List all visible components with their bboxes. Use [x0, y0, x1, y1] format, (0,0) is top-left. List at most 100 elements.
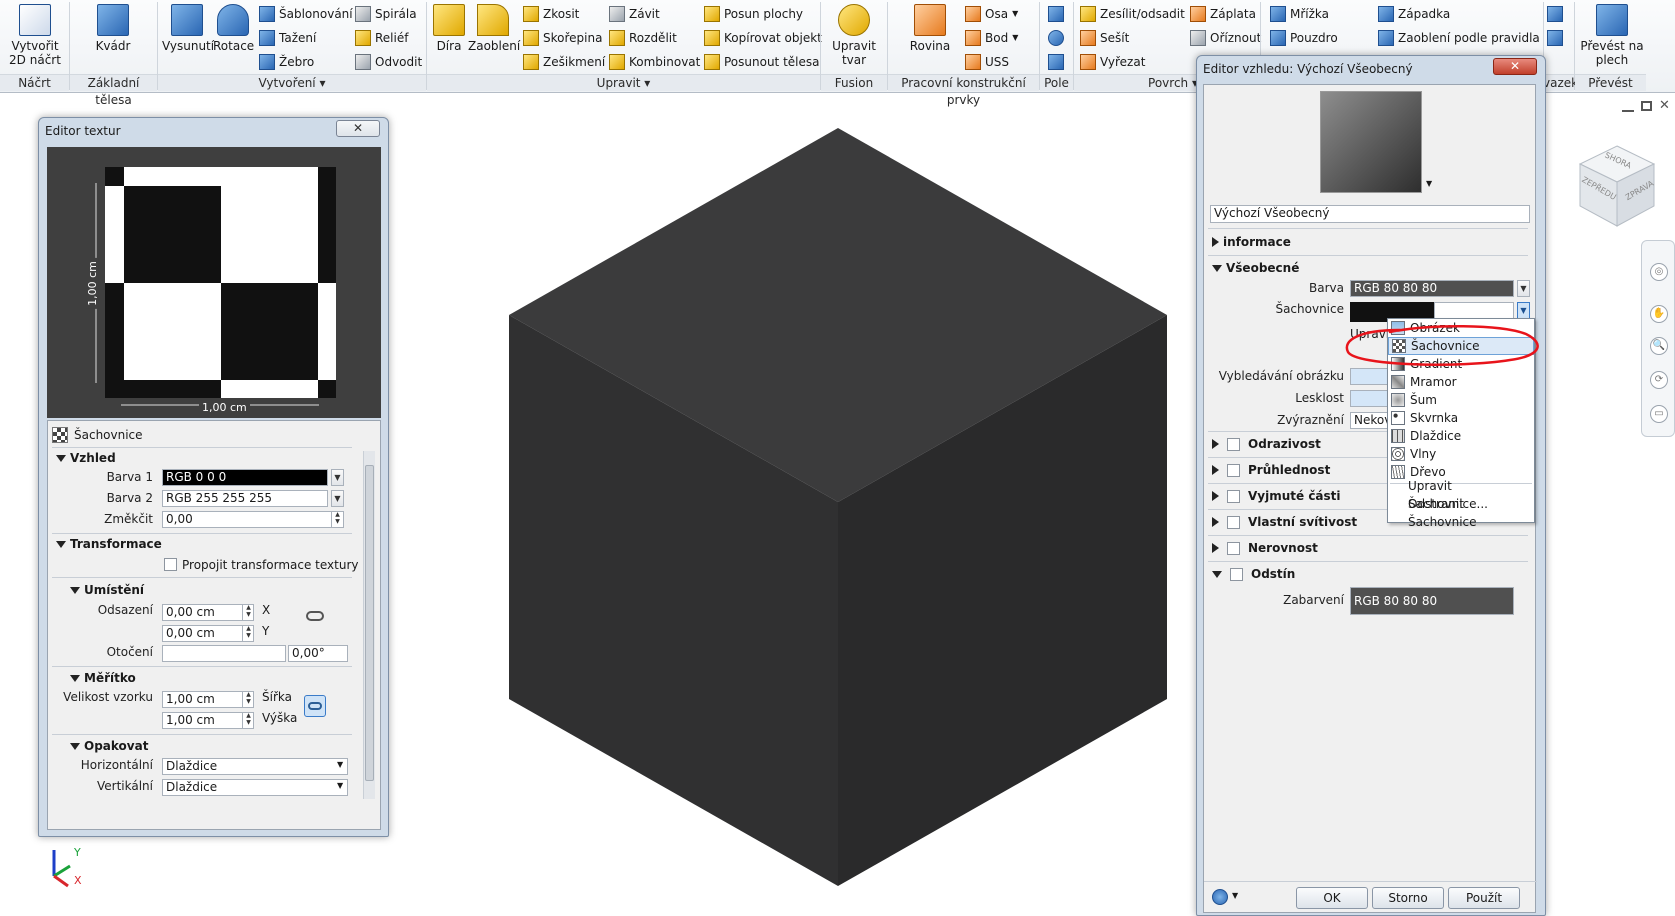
red-annotation-ellipse — [1345, 325, 1539, 366]
rotation-slider[interactable] — [162, 645, 286, 662]
color-field[interactable]: RGB 80 80 80 — [1350, 280, 1514, 297]
section-tint[interactable]: Odstín — [1212, 567, 1295, 581]
section-position[interactable]: Umístění — [70, 583, 144, 597]
section-self-illumination[interactable]: Vlastní svítivost — [1212, 515, 1357, 529]
viewcube[interactable]: SHORA ZEPŘEDU ZPRAVA — [1572, 142, 1662, 232]
color-dropdown[interactable]: ▼ — [1517, 280, 1530, 297]
collapse-icon — [70, 674, 80, 682]
offset-y-spinner[interactable]: ▲ ▼ — [242, 625, 254, 642]
scale-lock-button[interactable] — [304, 695, 326, 717]
zoom-icon[interactable]: 🔍 — [1650, 337, 1668, 355]
section-general[interactable]: Všeobecné — [1212, 261, 1299, 275]
link-transforms-checkbox[interactable] — [164, 558, 177, 571]
cancel-button[interactable]: Storno — [1372, 887, 1444, 909]
section-scale-label: Měřítko — [84, 671, 136, 685]
texture-editor-close-button[interactable]: ✕ — [336, 120, 380, 137]
image-fade-slider[interactable] — [1350, 368, 1390, 385]
collapse-icon — [70, 586, 80, 594]
section-reflectivity[interactable]: Odrazivost — [1212, 437, 1321, 451]
horizontal-select[interactable]: Dlaždice — [162, 758, 348, 775]
menu-item-tiles[interactable]: Dlaždice — [1388, 427, 1534, 445]
material-swatch[interactable] — [1320, 91, 1422, 193]
self-illumination-checkbox[interactable] — [1227, 515, 1240, 529]
width-input[interactable]: 1,00 cm — [162, 691, 254, 708]
link-transforms-label: Propojit transformace textury — [182, 558, 359, 572]
tint-field[interactable]: RGB 80 80 80 — [1350, 587, 1514, 615]
appearance-name-input[interactable]: Výchozí Všeobecný — [1210, 205, 1530, 223]
tint-label: Zabarvení — [1283, 593, 1344, 607]
section-look-label: Vzhled — [70, 451, 116, 465]
steering-wheel-icon[interactable]: ◎ — [1650, 263, 1668, 281]
height-input[interactable]: 1,00 cm — [162, 712, 254, 729]
gloss-label: Lesklost — [1295, 391, 1344, 405]
section-look[interactable]: Vzhled — [56, 451, 116, 465]
menu-item-speckle[interactable]: Skvrnka — [1388, 409, 1534, 427]
offset-label: Odsazení — [97, 603, 153, 617]
offset-x-input[interactable]: 0,00 cm — [162, 604, 254, 621]
texture-editor-title: Editor textur — [45, 124, 121, 138]
section-repeat[interactable]: Opakovat — [70, 739, 148, 753]
tint-checkbox[interactable] — [1230, 567, 1243, 581]
soften-spinner[interactable]: ▲ ▼ — [331, 511, 343, 528]
bump-checkbox[interactable] — [1227, 541, 1240, 555]
horizontal-select-arrow[interactable]: ▼ — [337, 760, 343, 769]
checker-map-field[interactable] — [1434, 302, 1514, 319]
axis-triad — [52, 850, 71, 888]
section-cutouts[interactable]: Vyjmuté části — [1212, 489, 1341, 503]
color2-field[interactable]: RGB 255 255 255 — [162, 490, 328, 507]
section-scale[interactable]: Měřítko — [70, 671, 136, 685]
appearance-editor-close-button[interactable]: ✕ — [1493, 58, 1537, 75]
highlight-label: Zvýraznění — [1277, 413, 1344, 427]
section-transparency-label: Průhlednost — [1248, 463, 1331, 477]
color1-dropdown[interactable]: ▼ — [331, 469, 344, 486]
height-spinner[interactable]: ▲ ▼ — [242, 712, 254, 729]
cutouts-checkbox[interactable] — [1227, 489, 1240, 503]
swatch-options-arrow[interactable]: ▼ — [1426, 179, 1432, 188]
color2-dropdown[interactable]: ▼ — [331, 490, 344, 507]
section-transform[interactable]: Transformace — [56, 537, 162, 551]
library-options-arrow[interactable]: ▼ — [1232, 891, 1238, 900]
menu-item-waves[interactable]: Vlny — [1388, 445, 1534, 463]
texture-editor-window[interactable]: Editor textur ✕ 1,00 cm 1,00 cm Šachovni… — [38, 117, 389, 837]
section-position-label: Umístění — [84, 583, 145, 597]
section-transform-label: Transformace — [70, 537, 162, 551]
scrollbar-thumb[interactable] — [365, 465, 374, 781]
section-bump-label: Nerovnost — [1248, 541, 1318, 555]
menu-item-noise-label: Šum — [1410, 393, 1437, 407]
width-spinner[interactable]: ▲ ▼ — [242, 691, 254, 708]
offset-x-axis-label: X — [262, 603, 271, 617]
checker-map-dropdown[interactable]: ▼ — [1517, 302, 1530, 319]
checker-type-row: Šachovnice — [52, 427, 143, 443]
horizontal-label: Horizontální — [80, 758, 153, 772]
ok-button[interactable]: OK — [1296, 887, 1368, 909]
section-general-label: Všeobecné — [1226, 261, 1300, 275]
vertical-select[interactable]: Dlaždice — [162, 779, 348, 796]
menu-item-remove-checker[interactable]: Odstranit Šachovnice — [1388, 497, 1534, 529]
orbit-icon[interactable]: ⟳ — [1650, 371, 1668, 389]
scrollbar[interactable] — [363, 451, 375, 799]
section-info[interactable]: informace — [1212, 235, 1291, 249]
library-options-icon[interactable] — [1212, 889, 1228, 905]
menu-item-noise[interactable]: Šum — [1388, 391, 1534, 409]
gloss-slider[interactable] — [1350, 390, 1390, 407]
soften-input[interactable]: 0,00 — [162, 511, 344, 528]
appearance-editor-title: Editor vzhledu: Výchozí Všeobecný — [1203, 62, 1413, 76]
marble-map-icon — [1391, 375, 1405, 389]
transparency-checkbox[interactable] — [1227, 463, 1240, 477]
chain-link-icon[interactable] — [306, 611, 324, 621]
offset-x-spinner[interactable]: ▲ ▼ — [242, 604, 254, 621]
vertical-select-arrow[interactable]: ▼ — [337, 781, 343, 790]
menu-item-marble[interactable]: Mramor — [1388, 373, 1534, 391]
rotation-input[interactable]: 0,00° — [288, 645, 348, 662]
reflectivity-checkbox[interactable] — [1227, 437, 1240, 451]
expand-icon — [1212, 465, 1219, 475]
image-fade-label: Vybledávání obrázku — [1218, 369, 1344, 383]
look-at-icon[interactable]: ▭ — [1650, 405, 1668, 423]
offset-y-input[interactable]: 0,00 cm — [162, 625, 254, 642]
section-bump[interactable]: Nerovnost — [1212, 541, 1318, 555]
pan-icon[interactable]: ✋ — [1650, 305, 1668, 323]
highlight-select[interactable]: Nekov — [1350, 412, 1390, 429]
section-transparency[interactable]: Průhlednost — [1212, 463, 1330, 477]
color1-field[interactable]: RGB 0 0 0 — [162, 469, 328, 486]
apply-button[interactable]: Použít — [1448, 887, 1520, 909]
